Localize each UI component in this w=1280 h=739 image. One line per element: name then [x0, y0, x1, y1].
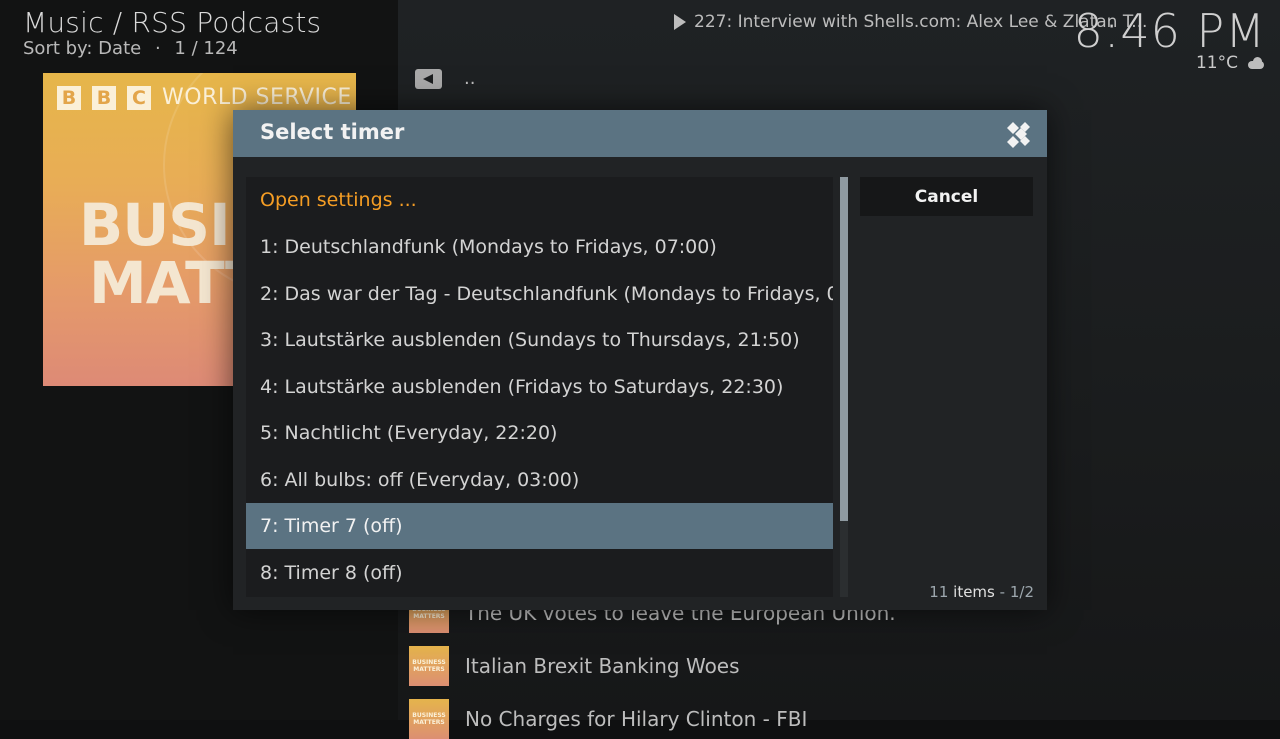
items-count-number: 11 [929, 583, 949, 601]
parent-folder-label: .. [464, 68, 476, 89]
episode-title: No Charges for Hilary Clinton - FBI [465, 707, 808, 731]
episode-thumbnail: BUSINESS MATTERS [409, 646, 449, 686]
items-count: 11 items - 1/2 [929, 583, 1034, 601]
timer-item-selected[interactable]: 7: Timer 7 (off) [246, 503, 833, 549]
dialog-title: Select timer [260, 120, 405, 144]
items-count-word: items [953, 583, 995, 601]
episode-thumbnail: BUSINESS MATTERS [409, 699, 449, 739]
timer-item[interactable]: 3: Lautstärke ausblenden (Sundays to Thu… [246, 317, 833, 363]
open-settings-item[interactable]: Open settings ... [246, 177, 833, 223]
timer-item[interactable]: 1: Deutschlandfunk (Mondays to Fridays, … [246, 224, 833, 270]
items-count-separator: - [999, 583, 1006, 601]
list-item[interactable]: BUSINESS MATTERS Italian Brexit Banking … [409, 646, 740, 686]
folder-back-icon [415, 68, 442, 89]
kodi-logo-icon [1007, 122, 1030, 148]
timer-item[interactable]: 2: Das war der Tag - Deutschlandfunk (Mo… [246, 271, 833, 317]
bbc-letter: B [57, 85, 81, 110]
timer-item[interactable]: 8: Timer 8 (off) [246, 550, 833, 596]
play-icon [674, 14, 686, 30]
items-page: 1/2 [1009, 583, 1034, 601]
timer-item[interactable]: 6: All bulbs: off (Everyday, 03:00) [246, 457, 833, 503]
dialog-header: Select timer [233, 110, 1047, 157]
episode-title: Italian Brexit Banking Woes [465, 654, 740, 678]
cloud-icon [1246, 57, 1266, 69]
art-service: WORLD SERVICE [162, 85, 352, 110]
timer-item[interactable]: 4: Lautstärke ausblenden (Fridays to Sat… [246, 364, 833, 410]
temperature: 11°C [1195, 53, 1238, 73]
item-position: 1 / 124 [174, 38, 238, 59]
bbc-letter: B [92, 85, 116, 110]
clock: 8:46 PM [1073, 4, 1266, 58]
sort-info: Sort by: Date · 1 / 124 [23, 38, 238, 59]
page-title: Music / RSS Podcasts [23, 6, 322, 39]
cancel-button[interactable]: Cancel [860, 177, 1033, 216]
sort-label[interactable]: Sort by: Date [23, 38, 141, 59]
bbc-letter: C [127, 85, 151, 110]
select-timer-dialog: Select timer Open settings ... 1: Deutsc… [233, 110, 1047, 610]
art-brand: B B C WORLD SERVICE [57, 85, 352, 110]
list-item[interactable]: BUSINESS MATTERS No Charges for Hilary C… [409, 699, 807, 739]
separator: · [154, 38, 161, 59]
timer-list: Open settings ... 1: Deutschlandfunk (Mo… [246, 177, 833, 597]
weather: 11°C [1196, 53, 1266, 73]
parent-folder-item[interactable]: .. [415, 68, 475, 89]
scrollbar-thumb[interactable] [840, 177, 848, 521]
timer-item[interactable]: 5: Nachtlicht (Everyday, 22:20) [246, 410, 833, 456]
